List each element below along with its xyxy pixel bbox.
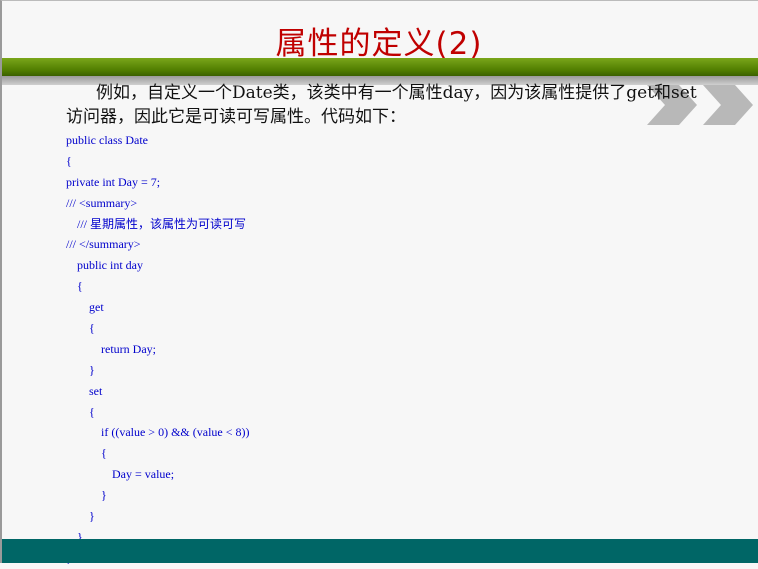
code-line: } bbox=[89, 509, 95, 524]
code-line: { bbox=[89, 404, 95, 419]
code-line: { bbox=[66, 153, 72, 168]
header-bar bbox=[2, 58, 758, 76]
footer-bar bbox=[2, 539, 758, 563]
code-line: { bbox=[101, 446, 107, 461]
code-line: } bbox=[101, 488, 107, 503]
intro-text: 例如，自定义一个Date类，该类中有一个属性day，因为该属性提供了get和se… bbox=[66, 83, 697, 127]
code-line: return Day; bbox=[101, 341, 156, 356]
code-line: /// </summary> bbox=[66, 237, 141, 252]
code-line: public int day bbox=[77, 258, 143, 273]
code-line: } bbox=[89, 362, 95, 377]
code-line: set bbox=[89, 383, 103, 398]
code-block: public class Date { private int Day = 7; //… bbox=[66, 130, 249, 569]
code-line: { bbox=[89, 321, 95, 336]
code-line: private int Day = 7; bbox=[66, 174, 161, 189]
intro-paragraph: 例如，自定义一个Date类，该类中有一个属性day，因为该属性提供了get和se… bbox=[66, 81, 706, 129]
code-line: get bbox=[89, 300, 104, 315]
code-line: public class Date bbox=[66, 133, 148, 147]
chevron-right-icon bbox=[703, 85, 753, 125]
slide-title: 属性的定义(2) bbox=[275, 26, 483, 62]
code-line: { bbox=[77, 279, 83, 294]
code-line: /// <summary> bbox=[66, 195, 138, 210]
code-line: /// 星期属性，该属性为可读可写 bbox=[77, 216, 247, 231]
code-line: Day = value; bbox=[112, 467, 175, 482]
code-line: if ((value > 0) && (value < 8)) bbox=[101, 425, 250, 440]
